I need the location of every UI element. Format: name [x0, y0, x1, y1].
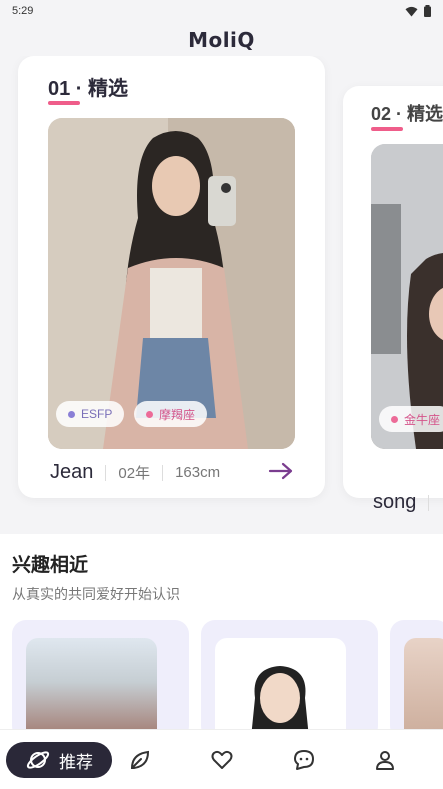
interest-card-photo — [26, 638, 157, 740]
card-title: 02 · 精选 — [371, 104, 443, 124]
zodiac-label: 摩羯座 — [159, 407, 196, 422]
zodiac-tag: 金牛座 — [379, 406, 443, 432]
mbti-tag: ESFP — [56, 401, 125, 427]
card-title-underline — [371, 127, 403, 131]
divider — [428, 494, 430, 511]
status-time: 5:29 — [12, 5, 34, 17]
planet-icon — [26, 751, 50, 769]
interest-card-photo — [404, 638, 443, 740]
interest-card[interactable] — [12, 620, 189, 740]
arrow-right-icon[interactable] — [268, 461, 294, 481]
profile-photo[interactable]: ESFP 摩羯座 — [48, 118, 295, 449]
person-photo-illustration — [48, 118, 295, 449]
divider — [162, 464, 164, 481]
featured-card[interactable]: 02 · 精选 金牛座 song — [343, 86, 443, 513]
person-photo-illustration — [371, 144, 443, 449]
profile-name: Jean — [50, 461, 94, 483]
profile-birth-year: 02年 — [118, 465, 151, 482]
card-title-underline — [48, 101, 80, 105]
zodiac-tag: 摩羯座 — [134, 401, 208, 427]
nav-tab-label: 推荐 — [59, 752, 93, 772]
chat-icon[interactable] — [292, 748, 316, 772]
zodiac-dot-icon — [391, 415, 398, 423]
profile-name: song — [373, 491, 417, 513]
heart-icon[interactable] — [210, 748, 234, 772]
zodiac-dot-icon — [146, 410, 153, 418]
featured-card[interactable]: 01 · 精选 ESFP 摩羯座 Jean 02年 163cm — [18, 56, 325, 498]
interest-card-photo — [215, 638, 346, 740]
status-icons — [405, 5, 431, 17]
interest-card[interactable] — [201, 620, 378, 740]
status-bar: 5:29 — [0, 0, 443, 22]
mbti-dot-icon — [68, 410, 75, 418]
section-title: 兴趣相近 — [12, 555, 89, 576]
section-subtitle: 从真实的共同爱好开始认识 — [12, 586, 180, 602]
app-logo: MoliQ — [188, 28, 255, 52]
nav-tab-recommend[interactable]: 推荐 — [6, 742, 112, 778]
interest-section: 兴趣相近 从真实的共同爱好开始认识 — [0, 534, 443, 740]
bottom-navigation: 推荐 — [0, 729, 443, 789]
wifi-icon — [405, 6, 418, 16]
profile-info-row: song — [373, 491, 443, 514]
user-icon[interactable] — [373, 748, 397, 772]
zodiac-label: 金牛座 — [404, 412, 441, 427]
card-title: 01 · 精选 — [48, 78, 129, 100]
app-header: MoliQ — [0, 24, 443, 56]
leaf-icon[interactable] — [128, 748, 152, 772]
mbti-label: ESFP — [81, 407, 113, 421]
battery-icon — [424, 5, 431, 17]
profile-photo[interactable]: 金牛座 — [371, 144, 443, 449]
person-photo-illustration — [250, 666, 310, 740]
profile-info-row: Jean 02年 163cm — [50, 461, 300, 484]
divider — [105, 464, 107, 481]
interest-card[interactable] — [390, 620, 443, 740]
profile-height: 163cm — [175, 464, 221, 481]
featured-carousel[interactable]: 01 · 精选 ESFP 摩羯座 Jean 02年 163cm 02 · 精选 … — [0, 56, 443, 516]
